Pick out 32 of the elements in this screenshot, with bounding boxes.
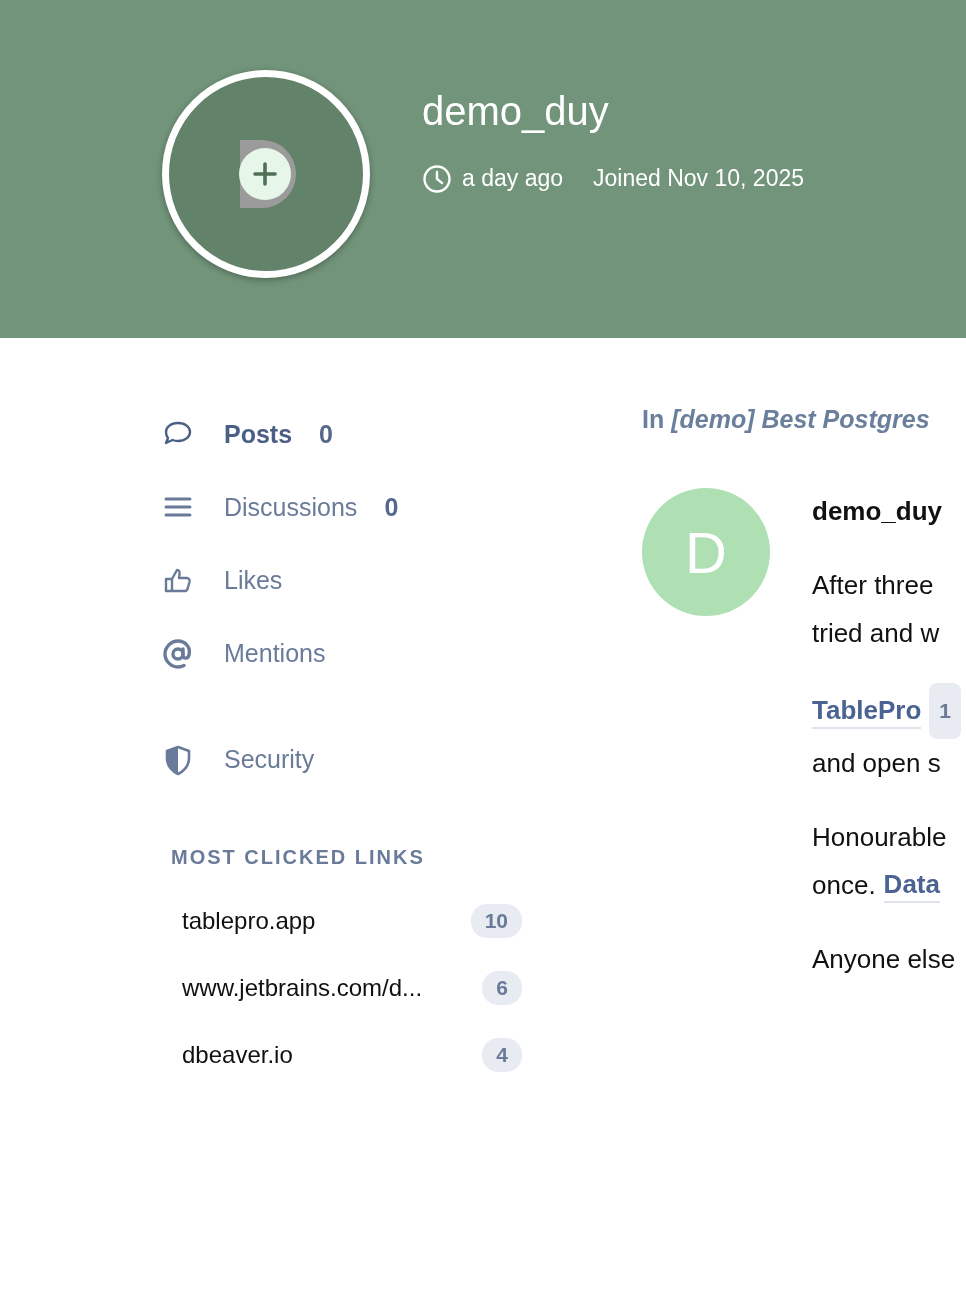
click-count: 1 — [929, 683, 961, 739]
nav-item[interactable]: Posts 0 — [162, 398, 642, 471]
nav-item[interactable]: Likes — [162, 544, 642, 617]
post-text: tried and w — [812, 617, 940, 650]
plus-icon — [252, 161, 278, 187]
nav-item[interactable]: Mentions — [162, 617, 642, 690]
count: 0 — [319, 420, 333, 449]
post-text: Honourable — [812, 821, 947, 854]
username: demo_duy — [422, 88, 610, 134]
link[interactable]: tablepro.app — [182, 906, 316, 935]
clock-icon — [422, 163, 452, 194]
section-heading: MOST CLICKED LINKS — [171, 846, 426, 869]
click-count: 6 — [482, 970, 522, 1005]
nav-item[interactable]: Security — [162, 723, 642, 796]
author-avatar: D — [642, 488, 770, 616]
post-text: Anyone else — [812, 943, 956, 976]
link[interactable]: www.jetbrains.com/d... — [182, 973, 423, 1002]
at-sign-icon — [162, 637, 194, 670]
link[interactable]: dbeaver.io — [182, 1040, 293, 1069]
click-count: 4 — [482, 1037, 522, 1072]
post-text: After three — [812, 569, 934, 602]
nav-item[interactable]: Discussions 0 — [162, 471, 642, 544]
count: 0 — [384, 493, 399, 522]
link[interactable]: Data — [883, 867, 940, 903]
joined-date: Joined Nov 10, 2025 — [593, 165, 805, 192]
last-seen: a day ago — [462, 165, 564, 192]
link[interactable]: TablePro — [812, 693, 922, 729]
post-text: and open s — [812, 747, 941, 780]
topic-link[interactable]: In [demo] Best Postgres — [642, 405, 966, 434]
author-name[interactable]: demo_duy — [812, 496, 961, 527]
click-count: 10 — [470, 903, 522, 938]
post-text: once. — [812, 869, 876, 902]
